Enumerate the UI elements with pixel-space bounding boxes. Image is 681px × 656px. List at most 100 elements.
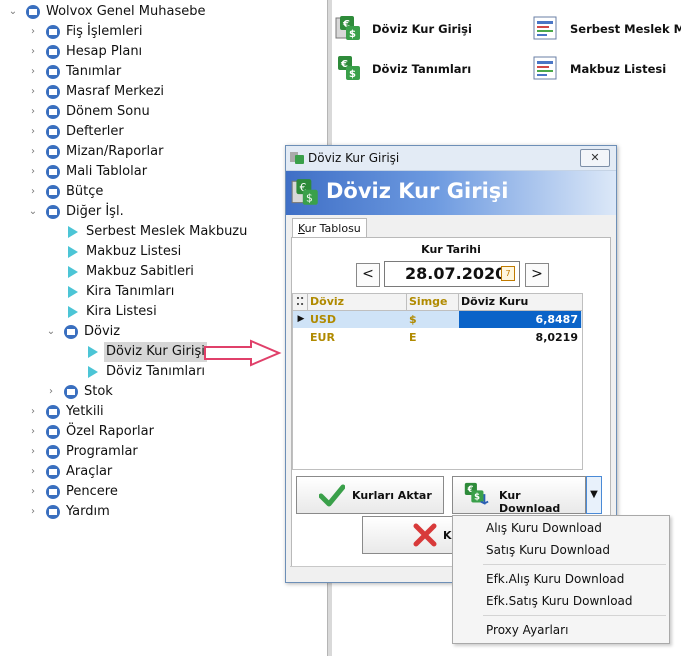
svg-text:$: $ (306, 192, 313, 205)
svg-text:$: $ (349, 69, 356, 80)
chevron-down-icon[interactable]: ⌄ (28, 202, 38, 222)
tree-item-label: Stok (84, 384, 113, 399)
tree-leaf-label: Kira Tanımları (86, 284, 175, 299)
dialog-titlebar[interactable]: Döviz Kur Girişi ✕ (286, 146, 616, 171)
menu-separator (483, 564, 666, 565)
date-value: 28.07.2020 (405, 264, 507, 283)
chevron-right-icon[interactable]: › (28, 142, 38, 162)
shortcut-doviz-tanimlari[interactable]: € $ Döviz Tanımları (334, 54, 534, 80)
dialog-header-title: Döviz Kur Girişi (326, 179, 509, 203)
tree-item-label: Fiş İşlemleri (66, 24, 143, 39)
tree-leaf-label: Kira Listesi (86, 304, 157, 319)
column-header-doviz-kuru[interactable]: Döviz Kuru (459, 294, 581, 310)
module-icon (26, 5, 40, 19)
dialog-title: Döviz Kur Girişi (308, 151, 400, 165)
tree-item-label: Yetkili (66, 404, 104, 419)
chevron-down-icon[interactable]: ⌄ (46, 322, 56, 342)
tree-item-label: Dönem Sonu (66, 104, 150, 119)
kurlari-aktar-button[interactable]: Kurları Aktar (296, 476, 444, 514)
chevron-right-icon[interactable]: › (28, 422, 38, 442)
table-row[interactable]: ▶ USD $ 6,8487 (293, 311, 582, 328)
shortcut-makbuz-listesi[interactable]: Makbuz Listesi (532, 54, 681, 80)
shortcut-label: Döviz Kur Girişi (372, 22, 472, 36)
module-icon (46, 485, 60, 499)
chevron-right-icon[interactable]: › (28, 102, 38, 122)
module-icon (46, 205, 60, 219)
menu-item-efk-alis-kuru-download[interactable]: Efk.Alış Kuru Download (486, 569, 624, 589)
svg-text:$: $ (474, 492, 480, 502)
cell-simge[interactable]: E (409, 329, 457, 346)
close-button[interactable]: ✕ (580, 149, 610, 167)
chevron-right-icon[interactable]: › (28, 402, 38, 422)
tree-leaf-label-selected: Döviz Kur Girişi (104, 342, 207, 362)
chevron-right-icon[interactable]: › (46, 382, 56, 402)
currency-icon: € $ (338, 56, 360, 80)
tree-item-label: Defterler (66, 124, 124, 139)
chevron-right-icon[interactable]: › (28, 162, 38, 182)
currency-download-icon: € $ (464, 482, 489, 505)
chevron-right-icon[interactable]: › (28, 62, 38, 82)
button-label: Kurları Aktar (352, 489, 432, 502)
shortcut-serbest-meslek-makbuzu[interactable]: Serbest Meslek Mak (532, 14, 681, 40)
prev-date-button[interactable]: < (356, 263, 380, 287)
leaf-icon (88, 366, 98, 378)
tree-item-label: Tanımlar (66, 64, 122, 79)
module-icon (46, 165, 60, 179)
chevron-right-icon[interactable]: › (28, 442, 38, 462)
svg-text:$: $ (349, 29, 356, 40)
shortcut-doviz-kur-girisi[interactable]: € $ Döviz Kur Girişi (334, 14, 534, 40)
date-field[interactable]: 28.07.2020 7 (384, 261, 520, 287)
menu-item-alis-kuru-download[interactable]: Alış Kuru Download (486, 518, 602, 538)
grid-header: ⁚⁚ Döviz Simge Döviz Kuru (293, 294, 582, 311)
button-label: Kur Download (499, 489, 561, 515)
chevron-right-icon[interactable]: › (28, 182, 38, 202)
shortcut-label: Serbest Meslek Mak (570, 22, 681, 36)
navigation-tree: ⌄ Wolvox Genel Muhasebe › Fiş İşlemleri … (0, 0, 327, 656)
tree-item-label: Mali Tablolar (66, 164, 148, 179)
chevron-right-icon[interactable]: › (28, 502, 38, 522)
tree-item-label: Bütçe (66, 184, 104, 199)
chevron-right-icon[interactable]: › (28, 22, 38, 42)
menu-item-satis-kuru-download[interactable]: Satış Kuru Download (486, 540, 610, 560)
module-icon (64, 385, 78, 399)
menu-item-label: Proxy Ayarları (486, 623, 569, 637)
cell-doviz[interactable]: EUR (310, 329, 406, 346)
currency-icon: € $ (335, 16, 360, 40)
module-icon (46, 125, 60, 139)
leaf-icon (88, 346, 98, 358)
cell-doviz[interactable]: USD (310, 311, 406, 328)
tree-item-label: Yardım (66, 504, 110, 519)
chevron-right-icon[interactable]: › (28, 462, 38, 482)
module-icon (46, 45, 60, 59)
cell-simge[interactable]: $ (409, 311, 457, 328)
module-icon (46, 445, 60, 459)
calendar-icon[interactable]: 7 (501, 266, 515, 281)
chevron-right-icon[interactable]: › (28, 42, 38, 62)
chevron-right-icon[interactable]: › (28, 122, 38, 142)
menu-item-label: Alış Kuru Download (486, 521, 602, 535)
currency-grid: ⁚⁚ Döviz Simge Döviz Kuru ▶ USD $ 6,8487… (292, 293, 583, 470)
kapat-button[interactable]: K (362, 516, 464, 554)
next-date-button[interactable]: > (525, 263, 549, 287)
download-dropdown-button[interactable]: ▼ (586, 476, 602, 514)
tree-item-label: Döviz (84, 324, 121, 339)
tab-bar: Kur Tablosu (290, 216, 612, 238)
tree-item-label: Özel Raporlar (66, 424, 154, 439)
menu-item-proxy-ayarlari[interactable]: Proxy Ayarları (486, 620, 568, 640)
cell-doviz-kuru[interactable]: 6,8487 (459, 311, 581, 328)
table-row[interactable]: EUR E 8,0219 (293, 329, 582, 346)
tab-label: Kur Tablosu (298, 222, 361, 235)
menu-item-efk-satis-kuru-download[interactable]: Efk.Satış Kuru Download (486, 591, 633, 611)
chevron-right-icon[interactable]: › (28, 482, 38, 502)
tree-item-label: Araçlar (66, 464, 113, 479)
module-icon (46, 425, 60, 439)
cell-doviz-kuru[interactable]: 8,0219 (459, 329, 581, 346)
tab-kur-tablosu[interactable]: Kur Tablosu (292, 218, 367, 238)
module-icon (64, 325, 78, 339)
chevron-down-icon[interactable]: ⌄ (8, 2, 18, 22)
tree-item-label: Pencere (66, 484, 118, 499)
chevron-right-icon[interactable]: › (28, 82, 38, 102)
kur-download-button[interactable]: € $ Kur Download (452, 476, 586, 515)
column-header-simge[interactable]: Simge (407, 294, 459, 310)
column-header-doviz[interactable]: Döviz (308, 294, 407, 310)
